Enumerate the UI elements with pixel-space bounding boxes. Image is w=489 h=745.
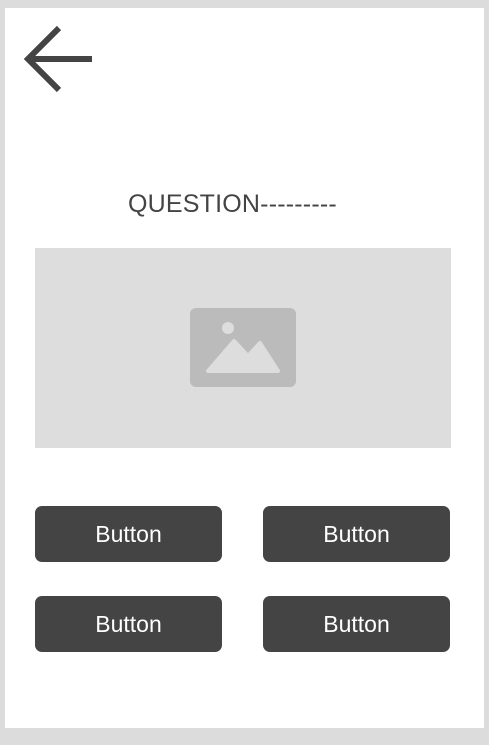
app-screen: QUESTION--------- ----------------------… — [5, 8, 484, 728]
back-button[interactable] — [21, 24, 95, 96]
answer-button-4[interactable]: Button — [263, 596, 450, 652]
answer-button-3[interactable]: Button — [35, 596, 222, 652]
answer-button-2[interactable]: Button — [263, 506, 450, 562]
answer-button-1[interactable]: Button — [35, 506, 222, 562]
image-placeholder — [35, 248, 451, 448]
arrow-left-icon — [23, 25, 92, 93]
question-line: QUESTION--------- — [128, 190, 337, 218]
image-icon — [190, 308, 296, 387]
